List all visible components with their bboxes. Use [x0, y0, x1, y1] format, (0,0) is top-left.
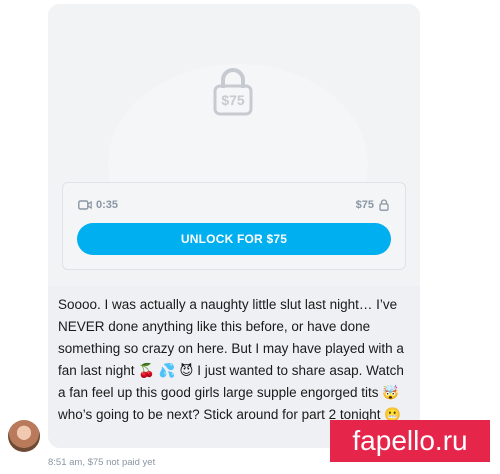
video-camera-icon — [78, 200, 92, 210]
locked-price-overlay: $75 — [221, 92, 245, 108]
unlock-button[interactable]: UNLOCK FOR $75 — [77, 223, 391, 255]
video-duration: 0:35 — [78, 199, 118, 211]
price-text: $75 — [355, 199, 374, 211]
message-meta: 8:51 am, $75 not paid yet — [48, 457, 155, 468]
media-price: $75 — [356, 199, 389, 211]
locked-message-card: $75 0:35 $75 UNLOCK FOR $75 Soooo. I was… — [48, 4, 420, 448]
message-time: 8:51 am, — [48, 457, 85, 468]
duration-text: 0:35 — [96, 199, 119, 211]
lock-icon — [213, 68, 253, 116]
lock-icon — [379, 199, 389, 211]
avatar[interactable] — [8, 420, 40, 452]
unlock-panel: 0:35 $75 UNLOCK FOR $75 — [62, 182, 406, 270]
payment-status: $75 not paid yet — [87, 457, 156, 468]
message-text: Soooo. I was actually a naughty little s… — [58, 297, 404, 422]
locked-media-preview: $75 0:35 $75 UNLOCK FOR $75 — [48, 4, 420, 286]
site-watermark: fapello.ru — [330, 420, 490, 462]
